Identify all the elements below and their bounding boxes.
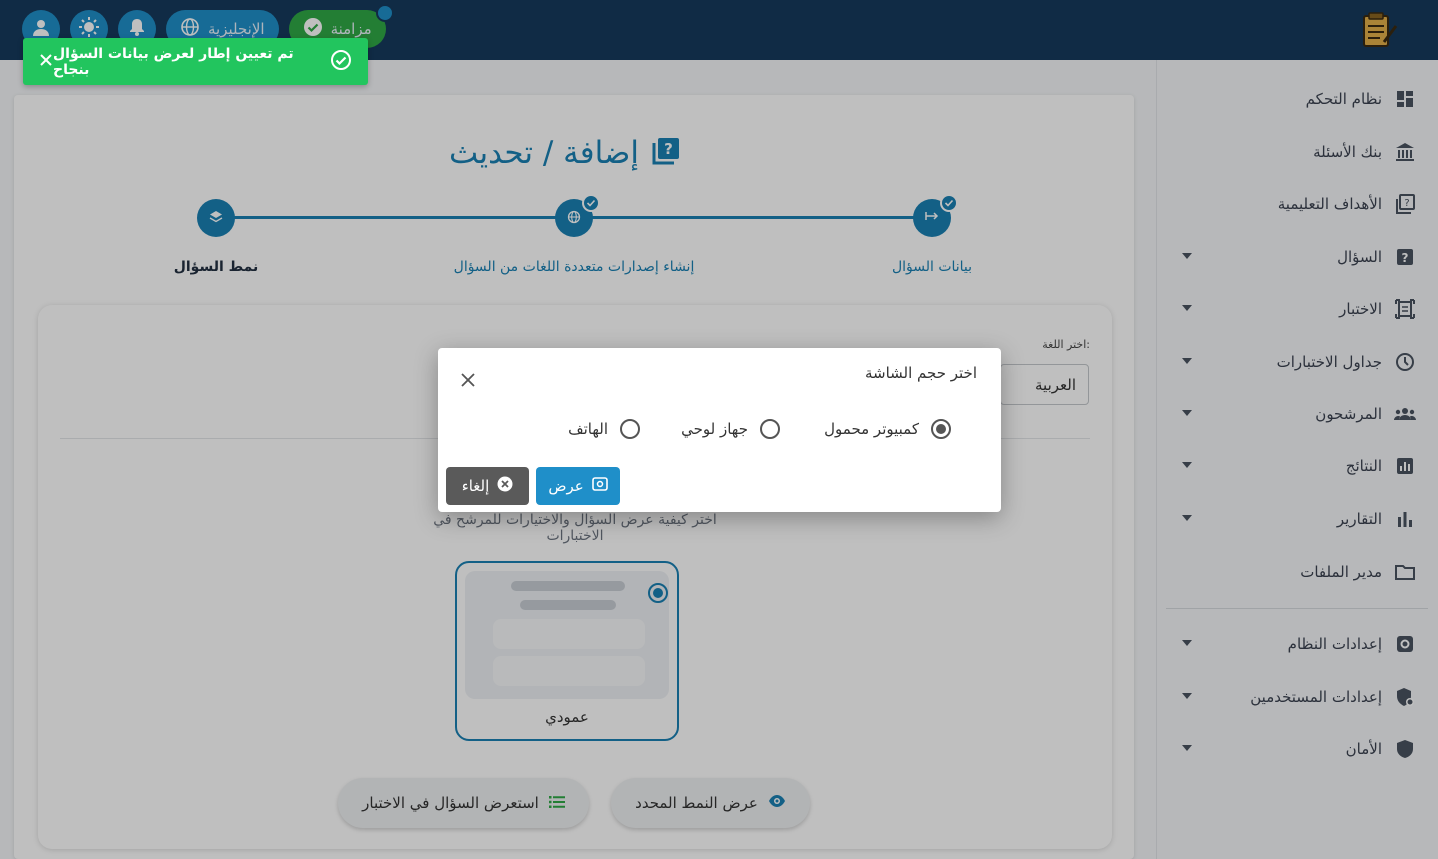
toast-content: تم تعيين إطار لعرض بيانات السؤال بنجاح [53, 46, 352, 78]
check-circle-icon [330, 49, 352, 75]
cancel-button-label: إلغاء [461, 477, 490, 495]
view-button-label: عرض [548, 477, 584, 495]
dialog-title: اختر حجم الشاشة [864, 364, 977, 382]
radio-laptop[interactable] [931, 419, 951, 439]
radio-phone[interactable] [620, 419, 640, 439]
option-phone[interactable]: الهاتف [568, 418, 640, 440]
success-toast: تم تعيين إطار لعرض بيانات السؤال بنجاح [23, 38, 368, 85]
option-label: جهاز لوحي [681, 420, 748, 438]
cancel-circle-icon [497, 476, 513, 496]
screen-size-dialog: اختر حجم الشاشة كمبيوتر محمول جهاز لوحي … [438, 348, 1001, 512]
preview-icon [591, 477, 608, 495]
option-laptop[interactable]: كمبيوتر محمول [824, 418, 951, 440]
option-tablet[interactable]: جهاز لوحي [681, 418, 780, 440]
toast-message: تم تعيين إطار لعرض بيانات السؤال بنجاح [53, 45, 294, 78]
toast-close-icon[interactable] [39, 52, 53, 71]
option-label: الهاتف [568, 420, 608, 438]
radio-tablet[interactable] [760, 419, 780, 439]
option-label: كمبيوتر محمول [824, 420, 919, 438]
close-icon[interactable] [456, 368, 480, 392]
cancel-button[interactable]: إلغاء [446, 467, 529, 505]
view-button[interactable]: عرض [536, 467, 620, 505]
